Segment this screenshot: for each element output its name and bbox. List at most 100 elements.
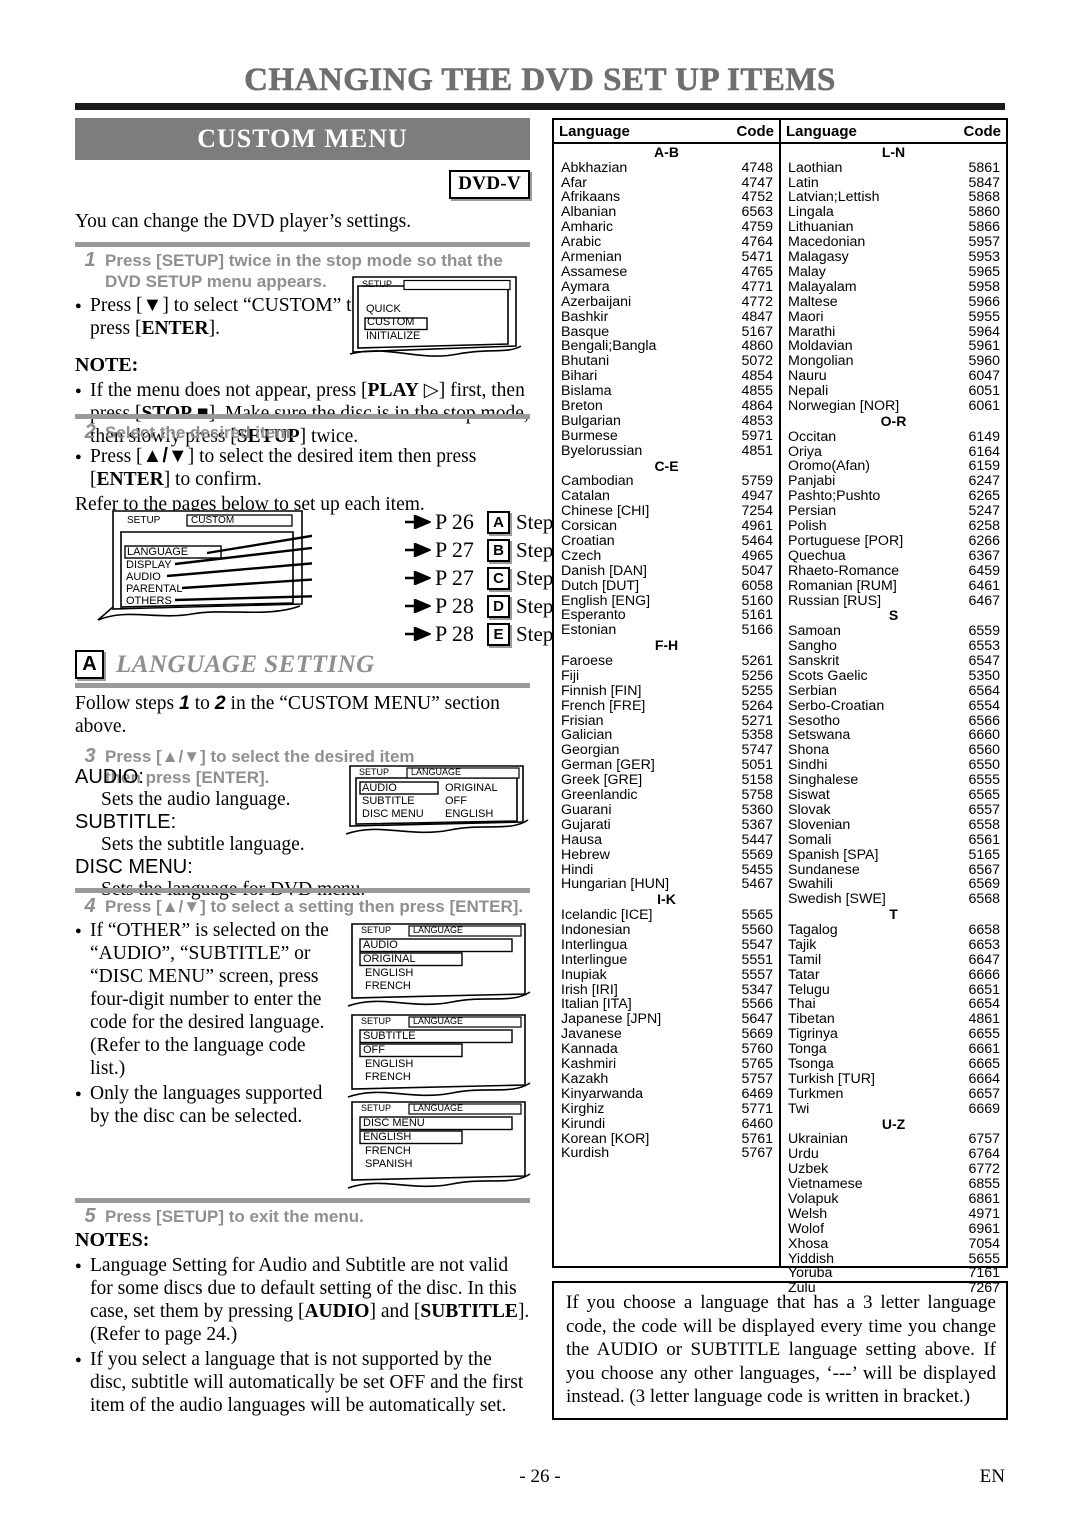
- table-group-header: O-R: [880, 413, 907, 429]
- osd-setup-item-custom[interactable]: CUSTOM: [367, 316, 414, 328]
- step-4-number: 4: [84, 895, 96, 917]
- language-code: 6557: [968, 801, 1000, 818]
- table-column-2: L-N Laothian 5861 Latin 5847 Latvian;Lettish 5…: [781, 144, 1006, 1295]
- table-row: Latin 5847: [781, 175, 1006, 191]
- table-row: Azerbaijani 4772: [554, 293, 779, 310]
- osd-ll-row-audio-name[interactable]: AUDIO: [362, 782, 397, 794]
- language-code: 5965: [968, 263, 1000, 280]
- left-column: CUSTOM MENU DVD-V You can change the DVD…: [75, 118, 570, 1416]
- osd-ll-title-value: LANGUAGE: [411, 767, 462, 777]
- step-2-row: 2 Select the desired item.: [75, 422, 530, 443]
- osd-custom-item-parental[interactable]: PARENTAL: [126, 583, 182, 595]
- language-code: 7254: [741, 503, 773, 520]
- table-row: Bengali;Bangla 4860: [554, 339, 779, 354]
- language-code: 6550: [968, 757, 1000, 774]
- language-name: Nauru: [788, 368, 827, 385]
- table-group-header: T: [889, 906, 898, 923]
- language-code: 6554: [968, 697, 1000, 714]
- section-letter-a-box: A: [487, 510, 510, 534]
- language-code: 5647: [741, 1011, 773, 1028]
- language-code: 5765: [741, 1056, 773, 1073]
- osd-custom-item-others[interactable]: OTHERS: [126, 595, 172, 607]
- table-row: Bulgarian 4853: [554, 414, 779, 429]
- osd-subtitle-option-french[interactable]: FRENCH: [365, 1071, 411, 1083]
- osd-ll-row-subtitle-name[interactable]: SUBTITLE: [362, 795, 415, 807]
- language-name: Finnish [FIN]: [561, 682, 642, 699]
- page-reference-item[interactable]: P 28 E Step3: [405, 620, 570, 648]
- osd-discmenu-option-spanish[interactable]: SPANISH: [365, 1158, 412, 1170]
- osd-custom-item-language[interactable]: LANGUAGE: [127, 546, 188, 558]
- osd-ll-row-discmenu-value[interactable]: ENGLISH: [445, 808, 493, 820]
- table-row: Bashkir 4847: [554, 308, 779, 325]
- table-row: Greenlandic 5758: [554, 788, 779, 803]
- language-name: Fiji: [561, 667, 580, 684]
- language-code: 6653: [968, 936, 1000, 953]
- osd-custom-item-audio[interactable]: AUDIO: [126, 571, 161, 583]
- osd-setup-item-quick[interactable]: QUICK: [366, 303, 401, 315]
- arrow-right-icon: [405, 599, 435, 613]
- table-row: Kurdish 5767: [554, 1146, 779, 1161]
- table-group-header: S: [888, 607, 899, 624]
- osd-audio-option-original[interactable]: ORIGINAL: [363, 953, 416, 965]
- page-reference-item[interactable]: P 28 D Step3: [405, 592, 570, 620]
- page-reference-item[interactable]: P 26 A Step3: [405, 508, 570, 536]
- table-row: Russian [RUS] 6467: [781, 593, 1006, 609]
- language-name: Estonian: [561, 622, 617, 639]
- page-reference-item[interactable]: P 27 C Step3: [405, 564, 570, 592]
- language-code: 4861: [968, 1011, 1000, 1028]
- language-name: Latvian;Lettish: [788, 189, 880, 206]
- language-name: Chinese [CHI]: [561, 503, 650, 520]
- language-name: Serbo-Croatian: [788, 697, 885, 714]
- table-column-1: A-B Abkhazian 4748 Afar 4747 Afrikaans 4752 Alb…: [554, 144, 781, 1268]
- table-row: Tonga 6661: [781, 1042, 1006, 1057]
- language-code: 5256: [741, 667, 773, 684]
- osd-subtitle-option-english[interactable]: ENGLISH: [365, 1058, 413, 1070]
- osd-discmenu-option-french[interactable]: FRENCH: [365, 1145, 411, 1157]
- language-code: 6757: [968, 1131, 1000, 1148]
- language-code: 5861: [968, 159, 1000, 176]
- language-name: Irish [IRI]: [561, 981, 618, 998]
- osd-ll-row-audio-value[interactable]: ORIGINAL: [445, 782, 498, 794]
- osd-custom-screen: SETUP CUSTOM LANGUAGE DISPLAY AUDIO PARE…: [97, 508, 398, 631]
- osd-ll-row-discmenu-name[interactable]: DISC MENU: [362, 808, 424, 820]
- language-code: 5958: [968, 278, 1000, 295]
- language-name: Cambodian: [561, 473, 634, 490]
- table-row: Sindhi 6550: [781, 758, 1006, 773]
- language-name: Kashmiri: [561, 1056, 617, 1073]
- language-name: Georgian: [561, 742, 620, 759]
- language-code: 4847: [741, 308, 773, 325]
- table-row: Serbo-Croatian 6554: [781, 697, 1006, 714]
- table-row: Volapuk 6861: [781, 1191, 1006, 1207]
- table-row: Kazakh 5757: [554, 1072, 779, 1087]
- osd-audio-option-french[interactable]: FRENCH: [365, 980, 411, 992]
- language-name: Urdu: [788, 1146, 819, 1163]
- language-name: Tibetan: [788, 1011, 835, 1028]
- language-name: Azerbaijani: [561, 293, 632, 310]
- table-row: Malayalam 5958: [781, 278, 1006, 295]
- language-name: Sindhi: [788, 757, 828, 774]
- language-code: 5767: [741, 1145, 773, 1162]
- osd-audio-option-english[interactable]: ENGLISH: [365, 967, 413, 979]
- footer-page-number: - 26 -: [519, 1466, 561, 1487]
- language-code: 5551: [741, 951, 773, 968]
- language-name: Laothian: [788, 159, 843, 176]
- table-row: Pashto;Pushto 6265: [781, 489, 1006, 504]
- osd-ll-row-subtitle-value[interactable]: OFF: [445, 795, 467, 807]
- language-name: Tigrinya: [788, 1026, 838, 1043]
- osd-setup-item-initialize[interactable]: INITIALIZE: [366, 330, 420, 342]
- language-name: Sesotho: [788, 712, 841, 729]
- step-divider-4: [75, 888, 530, 893]
- language-code: 4748: [741, 159, 773, 176]
- page-reference-item[interactable]: P 27 B Step3: [405, 536, 570, 564]
- table-row: Guarani 5360: [554, 803, 779, 818]
- header-language-1: Language: [559, 122, 630, 140]
- language-name: Indonesian: [561, 921, 631, 938]
- table-row: Kirghiz 5771: [554, 1101, 779, 1117]
- language-code: 6651: [968, 981, 1000, 998]
- osd-custom-item-display[interactable]: DISPLAY: [126, 559, 172, 571]
- language-code: 6266: [968, 532, 1000, 549]
- table-row: Tibetan 4861: [781, 1012, 1006, 1027]
- osd-discmenu-option-english[interactable]: ENGLISH: [363, 1131, 411, 1143]
- osd-subtitle-option-off[interactable]: OFF: [363, 1044, 385, 1056]
- language-name: Abkhazian: [561, 159, 628, 176]
